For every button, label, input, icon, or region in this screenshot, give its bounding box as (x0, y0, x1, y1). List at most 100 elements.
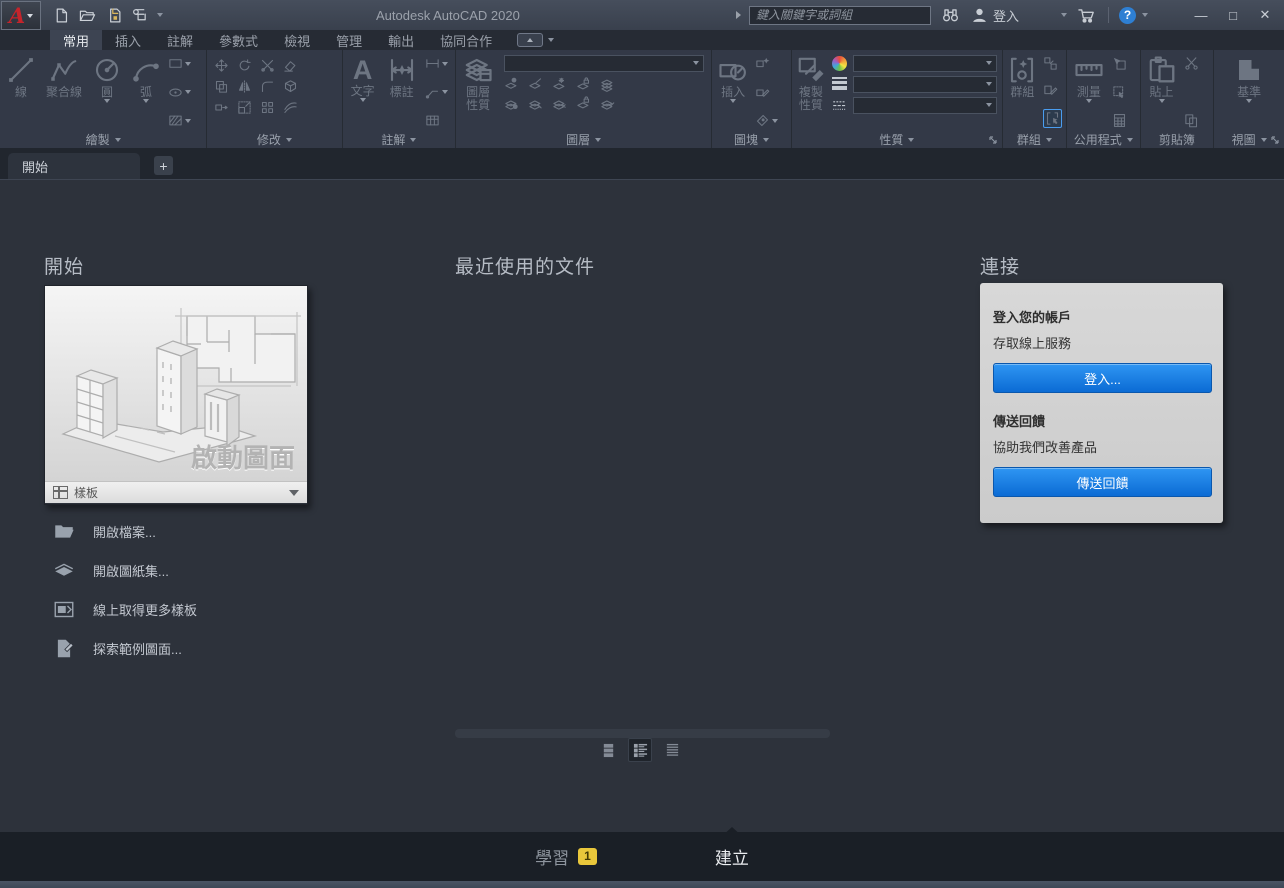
leader-button[interactable] (425, 85, 448, 100)
paste-button[interactable]: 貼上 (1144, 53, 1180, 103)
view-mode-list-button[interactable] (628, 738, 652, 762)
panel-label-draw[interactable]: 繪製 (0, 131, 206, 148)
layer-match-icon[interactable] (504, 96, 519, 111)
block-attributes-button[interactable] (755, 113, 779, 128)
layer-off-icon[interactable] (504, 77, 519, 92)
group-selection-toggle[interactable] (1042, 109, 1062, 128)
application-menu-button[interactable]: A (1, 1, 41, 30)
rectangle-button[interactable] (168, 56, 191, 71)
sign-in-control[interactable]: 登入 (970, 6, 1019, 25)
ungroup-button[interactable] (1043, 56, 1062, 71)
open-sheet-set-link[interactable]: 開啟圖紙集... (52, 551, 197, 590)
tab-manage[interactable]: 管理 (323, 30, 375, 50)
create-block-button[interactable] (755, 56, 778, 71)
templates-dropdown-icon[interactable] (289, 489, 299, 496)
view-mode-details-button[interactable] (661, 739, 683, 761)
app-store-button[interactable] (1077, 6, 1096, 25)
object-color-combo[interactable] (852, 55, 997, 72)
qat-customize-caret-icon[interactable] (157, 13, 163, 17)
lineweight-combo[interactable] (852, 76, 997, 93)
tab-collaborate[interactable]: 協同合作 (427, 30, 505, 50)
rotate-icon[interactable] (237, 58, 252, 73)
tab-output[interactable]: 輸出 (375, 30, 427, 50)
sign-in-button[interactable]: 登入... (993, 363, 1212, 393)
cut-button[interactable] (1184, 56, 1199, 71)
help-caret-icon[interactable] (1142, 13, 1148, 17)
calculator-button[interactable] (1112, 113, 1127, 128)
panel-label-clipboard[interactable]: 剪貼簿 (1141, 131, 1214, 148)
help-search-input[interactable] (748, 5, 931, 25)
panel-label-annotation[interactable]: 註解 (343, 131, 456, 148)
panel-label-utilities[interactable]: 公用程式 (1067, 131, 1140, 148)
circle-button[interactable]: 圓 (89, 53, 125, 103)
hatch-button[interactable] (168, 113, 191, 128)
create-page-button[interactable]: 建立 (715, 827, 749, 869)
arc-button[interactable]: 弧 (128, 53, 164, 103)
panel-label-layers[interactable]: 圖層 (456, 131, 711, 148)
recent-scrollbar[interactable] (455, 729, 830, 738)
layer-freeze-icon[interactable] (552, 77, 567, 92)
select-similar-button[interactable] (1112, 85, 1127, 100)
tab-insert[interactable]: 插入 (102, 30, 154, 50)
save-icon[interactable] (105, 7, 122, 24)
insert-block-button[interactable]: 插入 (715, 53, 751, 103)
layer-isolate-icon[interactable] (528, 77, 543, 92)
base-view-button[interactable]: 基準 (1229, 53, 1269, 103)
layer-properties-button[interactable]: 圖層性質 (459, 53, 497, 112)
templates-bar[interactable]: 樣板 (45, 481, 307, 503)
layer-previous-icon[interactable] (528, 96, 543, 111)
sample-drawings-link[interactable]: 探索範例圖面... (52, 629, 197, 668)
match-properties-button[interactable]: 複製性質 (795, 53, 827, 112)
group-edit-button[interactable] (1043, 83, 1062, 98)
measure-button[interactable]: 測量 (1070, 53, 1108, 103)
minimize-button[interactable]: — (1190, 4, 1212, 26)
open-folder-icon[interactable] (79, 7, 96, 24)
text-button[interactable]: A 文字 (346, 53, 380, 102)
layer-state-icon[interactable] (600, 96, 615, 111)
open-files-link[interactable]: 開啟檔案... (52, 512, 197, 551)
edit-block-button[interactable] (755, 85, 778, 100)
panel-label-properties[interactable]: 性質 (792, 131, 1002, 148)
quick-select-button[interactable] (1112, 56, 1127, 71)
stretch-icon[interactable] (214, 100, 229, 115)
panel-label-modify[interactable]: 修改 (207, 131, 341, 148)
dimension-button[interactable]: 標註 (383, 53, 421, 99)
start-drawing-card[interactable]: 啟動圖面 樣板 (44, 285, 308, 505)
layer-unsaved-icon[interactable] (552, 96, 567, 111)
tab-view[interactable]: 檢視 (271, 30, 323, 50)
learn-page-button[interactable]: 學習 1 (535, 844, 597, 869)
layer-unlock-icon[interactable] (576, 96, 591, 111)
offset-icon[interactable] (283, 100, 298, 115)
ribbon-display-toggle[interactable] (517, 30, 555, 50)
send-feedback-button[interactable]: 傳送回饋 (993, 467, 1212, 497)
close-button[interactable]: ✕ (1254, 4, 1276, 26)
view-dialog-launcher-icon[interactable] (1271, 136, 1280, 145)
move-icon[interactable] (214, 58, 229, 73)
help-icon[interactable]: ? (1119, 6, 1136, 24)
maximize-button[interactable]: □ (1222, 4, 1244, 26)
search-button[interactable] (941, 6, 960, 25)
scale-icon[interactable] (237, 100, 252, 115)
sign-in-caret-icon[interactable] (1061, 13, 1067, 17)
fillet-icon[interactable] (260, 79, 275, 94)
tab-annotate[interactable]: 註解 (154, 30, 206, 50)
panel-label-groups[interactable]: 群組 (1003, 131, 1066, 148)
file-tab-start[interactable]: 開始 (8, 153, 140, 179)
linetype-combo[interactable] (852, 97, 997, 114)
more-templates-link[interactable]: 線上取得更多樣板 (52, 590, 197, 629)
view-mode-thumbnails-button[interactable] (597, 739, 619, 761)
plot-icon[interactable] (131, 7, 148, 24)
search-expander-icon[interactable] (735, 11, 741, 19)
tab-parametric[interactable]: 參數式 (206, 30, 271, 50)
mirror-icon[interactable] (237, 79, 252, 94)
erase-icon[interactable] (283, 58, 298, 73)
ellipse-button[interactable] (168, 85, 191, 100)
panel-label-view[interactable]: 視圖 (1214, 131, 1284, 148)
table-button[interactable] (425, 113, 448, 128)
copy-clip-button[interactable] (1184, 113, 1199, 128)
layer-lock-icon[interactable] (576, 77, 591, 92)
properties-dialog-launcher-icon[interactable] (989, 136, 998, 145)
new-file-icon[interactable] (53, 7, 70, 24)
group-button[interactable]: 群組 (1006, 53, 1039, 99)
new-drawing-tab-button[interactable]: + (154, 156, 173, 175)
